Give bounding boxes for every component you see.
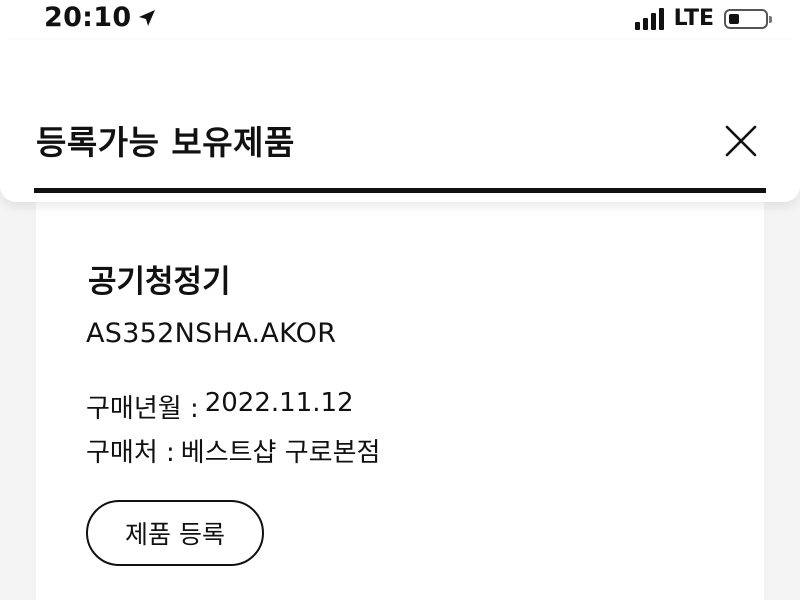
screen: 20:10 LTE 등록가능 보유제품 공기청정기 AS352NSHA.AKOR… [0, 0, 800, 600]
status-bar: 20:10 LTE [0, 0, 800, 40]
close-icon[interactable] [724, 124, 758, 158]
register-product-button[interactable]: 제품 등록 [86, 500, 264, 566]
purchase-date-label: 구매년월 : [86, 394, 199, 424]
page-title: 등록가능 보유제품 [36, 123, 295, 162]
product-name: 공기청정기 [88, 264, 231, 300]
status-time: 20:10 [44, 2, 132, 33]
header-divider [34, 188, 766, 193]
status-time-group: 20:10 [44, 2, 157, 33]
battery-icon [724, 8, 772, 29]
model-number: AS352NSHA.AKOR [86, 318, 337, 349]
purchase-store-value: 베스트샵 구로본점 [180, 438, 381, 468]
purchase-date-row: 구매년월 : 2022.11.12 [86, 388, 354, 425]
product-card: 공기청정기 AS352NSHA.AKOR 구매년월 : 2022.11.12 구… [36, 196, 764, 600]
battery-level [729, 13, 739, 24]
purchase-store-label: 구매처 : [86, 438, 175, 468]
page-header: 등록가능 보유제품 [0, 40, 800, 202]
purchase-date-value: 2022.11.12 [204, 388, 354, 418]
purchase-store-row: 구매처 : 베스트샵 구로본점 [86, 432, 380, 469]
location-arrow-icon [137, 8, 157, 28]
signal-icon [634, 7, 664, 30]
status-indicators: LTE [634, 6, 772, 31]
network-label: LTE [673, 6, 714, 31]
